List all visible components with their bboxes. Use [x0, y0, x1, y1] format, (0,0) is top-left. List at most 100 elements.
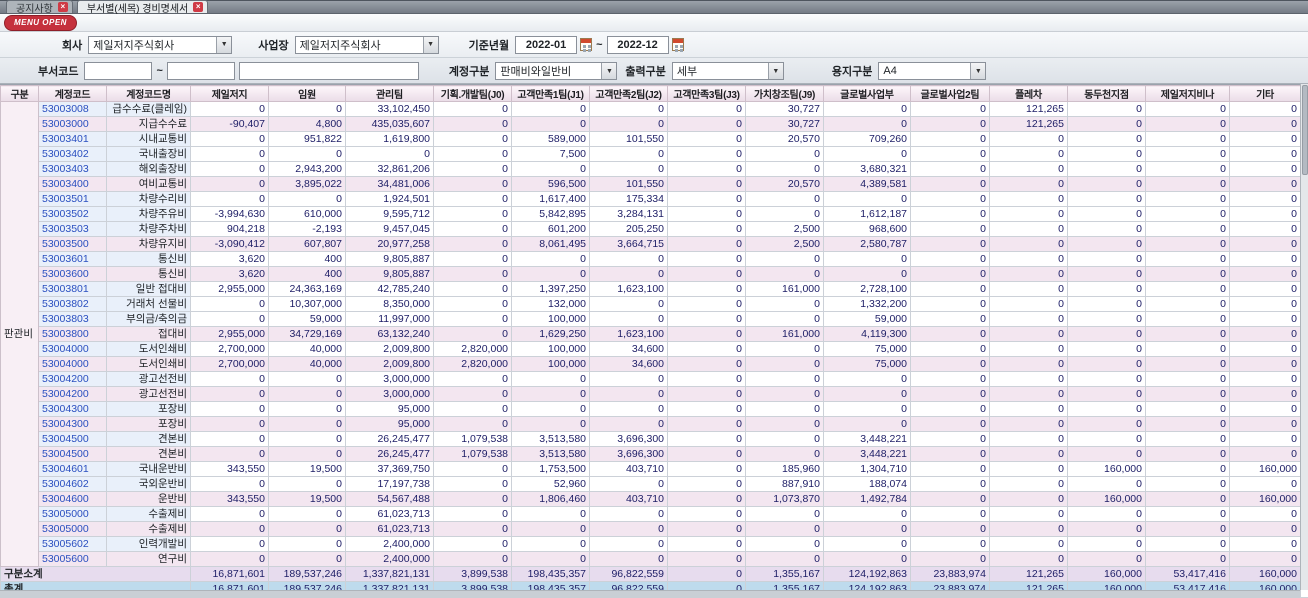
cell-value[interactable]: 0: [268, 401, 346, 417]
cell-value[interactable]: 0: [745, 341, 824, 357]
cell-value[interactable]: 0: [511, 101, 590, 117]
cell-value[interactable]: 0: [989, 476, 1068, 492]
cell-account-code[interactable]: 53005602: [38, 536, 107, 552]
workplace-select[interactable]: 제일저지주식회사 ▼: [294, 35, 439, 54]
cell-value[interactable]: 0: [433, 221, 512, 237]
cell-value[interactable]: 1,753,500: [511, 461, 590, 477]
cell-account-code[interactable]: 53003601: [38, 251, 107, 267]
cell-value[interactable]: 1,073,870: [745, 491, 824, 507]
cell-value[interactable]: 0: [1067, 521, 1146, 537]
cell-value[interactable]: 0: [589, 161, 668, 177]
column-header-4[interactable]: 임원: [268, 85, 346, 102]
cell-value[interactable]: 0: [989, 401, 1068, 417]
cell-value[interactable]: 0: [190, 431, 269, 447]
cell-value[interactable]: 0: [268, 446, 346, 462]
cell-value[interactable]: 0: [989, 506, 1068, 522]
cell-account-name[interactable]: 견본비: [106, 431, 191, 447]
cell-value[interactable]: 0: [1229, 116, 1301, 132]
cell-value[interactable]: 95,000: [345, 401, 434, 417]
cell-account-code[interactable]: 53004200: [38, 386, 107, 402]
scrollbar-thumb[interactable]: [1301, 85, 1308, 175]
cell-value[interactable]: 37,369,750: [345, 461, 434, 477]
cell-value[interactable]: 0: [1145, 371, 1230, 387]
account-type-select[interactable]: 판매비와일반비 ▼: [495, 62, 618, 80]
cell-account-name[interactable]: 인력개발비: [106, 536, 191, 552]
table-row[interactable]: 53003801 일반 접대비 2,955,000 24,363,169 42,785,…: [1, 281, 1301, 297]
table-row[interactable]: 53003402 국내출장비 0 0 0 0 7,500 0 0 0 0 0 0 0 0 0: [1, 146, 1301, 162]
cell-value[interactable]: 0: [1229, 206, 1301, 222]
cell-value[interactable]: 0: [1145, 416, 1230, 432]
cell-value[interactable]: 0: [511, 536, 590, 552]
cell-account-code[interactable]: 53005600: [38, 551, 107, 567]
cell-value[interactable]: 0: [1145, 146, 1230, 162]
cell-account-code[interactable]: 53004602: [38, 476, 107, 492]
cell-value[interactable]: 0: [989, 326, 1068, 342]
cell-value[interactable]: 188,074: [823, 476, 911, 492]
cell-value[interactable]: 0: [989, 296, 1068, 312]
cell-value[interactable]: 0: [745, 446, 824, 462]
cell-value[interactable]: 0: [1067, 326, 1146, 342]
cell-value[interactable]: 0: [667, 461, 746, 477]
cell-value[interactable]: 0: [667, 161, 746, 177]
cell-value[interactable]: 0: [1145, 266, 1230, 282]
table-row[interactable]: 53004200 광고선전비 0 0 3,000,000 0 0 0 0 0 0 0 0 0 0 0: [1, 386, 1301, 402]
cell-value[interactable]: 0: [745, 521, 824, 537]
cell-value[interactable]: 0: [1145, 341, 1230, 357]
cell-value[interactable]: 5,842,895: [511, 206, 590, 222]
cell-account-code[interactable]: 53003502: [38, 206, 107, 222]
cell-value[interactable]: 1,617,400: [511, 191, 590, 207]
cell-value[interactable]: 26,245,477: [345, 446, 434, 462]
cell-value[interactable]: 0: [667, 191, 746, 207]
cell-account-code[interactable]: 53003500: [38, 236, 107, 252]
cell-value[interactable]: 0: [1145, 461, 1230, 477]
cell-value[interactable]: 0: [589, 521, 668, 537]
cell-value[interactable]: 0: [190, 476, 269, 492]
cell-value[interactable]: 160,000: [1229, 491, 1301, 507]
vertical-scrollbar[interactable]: [1300, 84, 1308, 590]
cell-value[interactable]: 0: [1067, 506, 1146, 522]
cell-value[interactable]: 0: [268, 416, 346, 432]
cell-value[interactable]: 2,700,000: [190, 341, 269, 357]
period-to-input[interactable]: 2022-12: [606, 35, 669, 54]
cell-account-name[interactable]: 포장비: [106, 416, 191, 432]
cell-value[interactable]: 40,000: [268, 341, 346, 357]
cell-account-code[interactable]: 53004300: [38, 401, 107, 417]
cell-value[interactable]: 3,513,580: [511, 431, 590, 447]
table-row[interactable]: 53003400 여비교통비 0 3,895,022 34,481,006 0 596,50…: [1, 176, 1301, 192]
cell-value[interactable]: 0: [910, 491, 990, 507]
cell-account-name[interactable]: 차량주차비: [106, 221, 191, 237]
table-row[interactable]: 53003802 거래처 선물비 0 10,307,000 8,350,000 0 132,…: [1, 296, 1301, 312]
cell-value[interactable]: 0: [1067, 161, 1146, 177]
cell-account-code[interactable]: 53003000: [38, 116, 107, 132]
cell-value[interactable]: 20,570: [745, 131, 824, 147]
cell-value[interactable]: 0: [823, 551, 911, 567]
cell-value[interactable]: 0: [1145, 176, 1230, 192]
cell-value[interactable]: 0: [511, 416, 590, 432]
cell-value[interactable]: 0: [1145, 251, 1230, 267]
cell-value[interactable]: 4,119,300: [823, 326, 911, 342]
cell-value[interactable]: 2,700,000: [190, 356, 269, 372]
cell-value[interactable]: 0: [589, 551, 668, 567]
cell-account-name[interactable]: 차량주유비: [106, 206, 191, 222]
cell-account-name[interactable]: 도서인쇄비: [106, 341, 191, 357]
cell-value[interactable]: 0: [989, 251, 1068, 267]
cell-value[interactable]: 11,997,000: [345, 311, 434, 327]
cell-value[interactable]: 205,250: [589, 221, 668, 237]
cell-account-code[interactable]: 53004200: [38, 371, 107, 387]
cell-value[interactable]: 0: [433, 461, 512, 477]
cell-value[interactable]: 403,710: [589, 461, 668, 477]
cell-value[interactable]: 0: [1145, 491, 1230, 507]
menu-open-button[interactable]: MENU OPEN: [4, 14, 77, 31]
table-row[interactable]: 53003601 통신비 3,620 400 9,805,887 0 0 0 0 0 0 0 0 0 0 0: [1, 251, 1301, 267]
cell-value[interactable]: 0: [745, 371, 824, 387]
cell-value[interactable]: 0: [745, 401, 824, 417]
cell-value[interactable]: 0: [667, 416, 746, 432]
cell-value[interactable]: 0: [823, 116, 911, 132]
cell-value[interactable]: 0: [589, 476, 668, 492]
cell-value[interactable]: 0: [589, 371, 668, 387]
cell-value[interactable]: 161,000: [745, 326, 824, 342]
cell-value[interactable]: 0: [1067, 386, 1146, 402]
cell-value[interactable]: 0: [589, 311, 668, 327]
cell-value[interactable]: 19,500: [268, 461, 346, 477]
cell-value[interactable]: 121,265: [989, 116, 1068, 132]
